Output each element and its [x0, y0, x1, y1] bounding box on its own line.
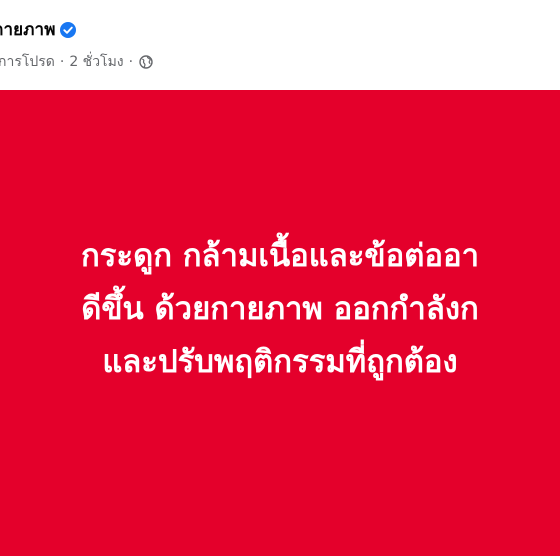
post-image-bottom-edge: [0, 556, 560, 560]
post-header: ตกายภาพ การโปรด · 2 ชั่วโมง ·: [0, 0, 560, 90]
page-name-link[interactable]: ตกายภาพ: [0, 16, 56, 43]
post-image-line: ดีขึ้น ด้วยกายภาพ ออกกำลังก: [81, 291, 479, 327]
page-name-row: ตกายภาพ: [0, 16, 76, 43]
globe-icon[interactable]: [139, 55, 153, 69]
post-image-line: กระดูก กล้ามเนื้อและข้อต่ออา: [81, 238, 479, 274]
post-image-line: และปรับพฤติกรรมที่ถูกต้อง: [102, 344, 458, 380]
audience-label: การโปรด: [0, 54, 55, 70]
meta-separator: ·: [59, 54, 65, 70]
post-image[interactable]: กระดูก กล้ามเนื้อและข้อต่ออา ดีขึ้น ด้วย…: [0, 90, 560, 556]
post-image-text: กระดูก กล้ามเนื้อและข้อต่ออา ดีขึ้น ด้วย…: [0, 230, 560, 389]
post-timestamp[interactable]: 2 ชั่วโมง: [69, 51, 123, 73]
verified-badge-icon: [59, 21, 76, 38]
meta-separator: ·: [128, 54, 134, 70]
post-meta: การโปรด · 2 ชั่วโมง ·: [0, 51, 153, 73]
